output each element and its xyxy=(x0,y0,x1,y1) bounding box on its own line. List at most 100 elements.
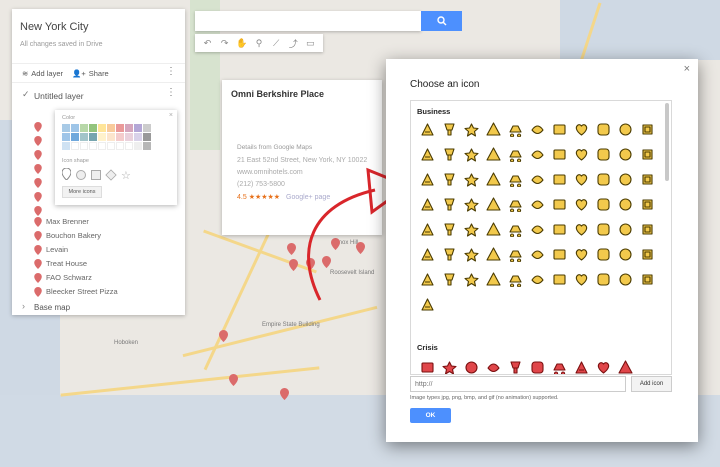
map-pin[interactable] xyxy=(306,258,315,270)
basketball-icon[interactable] xyxy=(485,171,502,187)
motorbike-icon[interactable] xyxy=(617,196,634,212)
color-swatch[interactable] xyxy=(143,133,151,141)
map-pin[interactable] xyxy=(322,256,331,268)
color-swatch[interactable] xyxy=(62,124,70,132)
color-swatch[interactable] xyxy=(134,133,142,141)
directions-icon[interactable]: ⤴ xyxy=(286,37,300,50)
phone-icon[interactable] xyxy=(551,221,568,237)
cake-icon[interactable] xyxy=(551,171,568,187)
hand-icon[interactable]: ✋ xyxy=(235,38,249,49)
list-item[interactable] xyxy=(34,134,42,147)
color-swatch[interactable] xyxy=(62,142,70,150)
color-swatch[interactable] xyxy=(116,124,124,132)
color-swatch[interactable] xyxy=(89,133,97,141)
ice-cream-icon[interactable] xyxy=(551,246,568,262)
share-button[interactable]: 👤+ Share xyxy=(72,69,109,78)
dice-icon[interactable] xyxy=(595,171,612,187)
pin-shape-icon[interactable] xyxy=(61,167,72,182)
car-front-icon[interactable] xyxy=(529,146,546,162)
ruler-icon[interactable]: ▭ xyxy=(303,38,317,49)
gift-icon[interactable] xyxy=(639,171,656,187)
tea-icon[interactable] xyxy=(595,271,612,287)
list-item[interactable]: Levain xyxy=(34,243,68,256)
bird-icon[interactable] xyxy=(441,246,458,262)
binoculars-icon[interactable] xyxy=(507,246,524,262)
color-swatch[interactable] xyxy=(71,133,79,141)
house-icon[interactable] xyxy=(463,196,480,212)
tree-icon[interactable] xyxy=(573,221,590,237)
person-icon[interactable] xyxy=(485,221,502,237)
tshirt-icon[interactable] xyxy=(551,146,568,162)
color-swatch[interactable] xyxy=(62,133,70,141)
heart-2-icon[interactable] xyxy=(441,271,458,287)
camera-icon[interactable] xyxy=(485,146,502,162)
close-icon[interactable]: × xyxy=(169,112,173,119)
map-pin[interactable] xyxy=(356,242,365,254)
biohazard-icon[interactable] xyxy=(441,359,458,374)
search-icon[interactable] xyxy=(463,271,480,287)
color-swatch[interactable] xyxy=(98,133,106,141)
stretcher-icon[interactable] xyxy=(419,359,436,374)
list-item[interactable]: Bouchon Bakery xyxy=(34,229,101,242)
burger-icon[interactable] xyxy=(419,246,436,262)
map-pin[interactable] xyxy=(287,243,296,255)
bee-icon[interactable] xyxy=(507,271,524,287)
euro-icon[interactable] xyxy=(507,121,524,137)
at-sign-icon[interactable] xyxy=(485,196,502,212)
briefcase-icon[interactable] xyxy=(419,146,436,162)
square-shape-icon[interactable] xyxy=(91,170,101,180)
storm-icon[interactable] xyxy=(573,359,590,374)
chart-icon[interactable] xyxy=(507,171,524,187)
target-icon[interactable] xyxy=(639,271,656,287)
scissors-icon[interactable] xyxy=(595,121,612,137)
hand-icon[interactable] xyxy=(529,246,546,262)
star-shape-icon[interactable]: ☆ xyxy=(121,169,131,182)
moon-icon[interactable] xyxy=(617,146,634,162)
search-input[interactable] xyxy=(195,11,421,31)
paint-icon[interactable] xyxy=(529,221,546,237)
list-item[interactable]: Treat House xyxy=(34,257,87,270)
color-swatch[interactable] xyxy=(125,133,133,141)
scrollbar[interactable] xyxy=(665,103,669,181)
basket-icon[interactable] xyxy=(419,271,436,287)
luggage-icon[interactable] xyxy=(573,271,590,287)
train-icon[interactable] xyxy=(617,271,634,287)
lock-icon[interactable] xyxy=(639,196,656,212)
color-swatch[interactable] xyxy=(71,124,79,132)
ticket-fold-icon[interactable] xyxy=(595,221,612,237)
color-swatch[interactable] xyxy=(80,142,88,150)
list-item[interactable] xyxy=(34,176,42,189)
bell-icon[interactable] xyxy=(463,121,480,137)
car-icon[interactable] xyxy=(507,146,524,162)
taxi-icon[interactable] xyxy=(485,271,502,287)
dog-2-icon[interactable] xyxy=(463,246,480,262)
hospital-icon[interactable] xyxy=(441,171,458,187)
place-website[interactable]: www.omnihotels.com xyxy=(237,169,303,176)
mailbox-icon[interactable] xyxy=(419,221,436,237)
plus-icon[interactable] xyxy=(595,196,612,212)
shop-icon[interactable] xyxy=(639,221,656,237)
color-swatch[interactable] xyxy=(125,124,133,132)
icon-url-input[interactable] xyxy=(410,376,626,392)
rectangle-icon[interactable] xyxy=(595,246,612,262)
cyclone-icon[interactable] xyxy=(595,359,612,374)
color-swatch[interactable] xyxy=(107,142,115,150)
ship-icon[interactable] xyxy=(551,196,568,212)
add-icon-button[interactable]: Add icon xyxy=(631,376,672,392)
percent-icon[interactable] xyxy=(441,221,458,237)
more-icons-button[interactable]: More icons xyxy=(62,186,102,198)
coffee-icon[interactable] xyxy=(463,146,480,162)
gun-icon[interactable] xyxy=(551,359,568,374)
gplus-link[interactable]: Google+ page xyxy=(286,194,330,201)
list-item[interactable] xyxy=(34,162,42,175)
hotel-icon[interactable] xyxy=(463,171,480,187)
bus-icon[interactable] xyxy=(441,146,458,162)
gas-pump-icon[interactable] xyxy=(617,171,634,187)
color-swatch[interactable] xyxy=(134,142,142,150)
color-swatch[interactable] xyxy=(107,133,115,141)
color-swatch[interactable] xyxy=(134,124,142,132)
megaphone-icon[interactable] xyxy=(529,359,546,374)
icon-picker[interactable]: Business Crisis xyxy=(410,100,672,375)
dollar-icon[interactable] xyxy=(485,121,502,137)
atm-icon[interactable] xyxy=(441,121,458,137)
